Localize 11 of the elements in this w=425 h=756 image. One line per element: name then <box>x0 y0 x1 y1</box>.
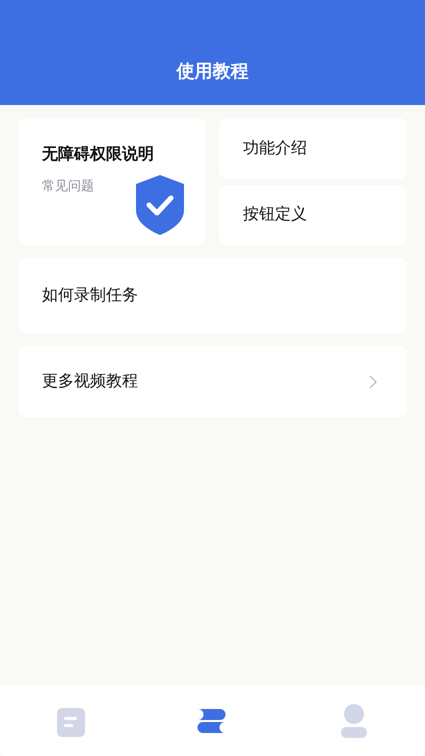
list-item[interactable]: 如何录制任务 <box>18 258 407 333</box>
card-subtitle: 常见问题 <box>42 178 94 195</box>
feature-card[interactable]: 无障碍权限说明 常见问题 <box>18 118 206 245</box>
shield-check-icon <box>136 175 184 235</box>
list-item[interactable]: 更多视频教程 <box>18 346 407 417</box>
chevron-right-icon <box>369 374 377 388</box>
person-icon <box>339 704 370 738</box>
menu-card[interactable]: 功能介绍 <box>219 118 407 178</box>
card-title: 无障碍权限说明 <box>42 144 155 165</box>
menu-card[interactable]: 按钮定义 <box>219 184 407 245</box>
page-title: 使用教程 <box>176 60 248 83</box>
